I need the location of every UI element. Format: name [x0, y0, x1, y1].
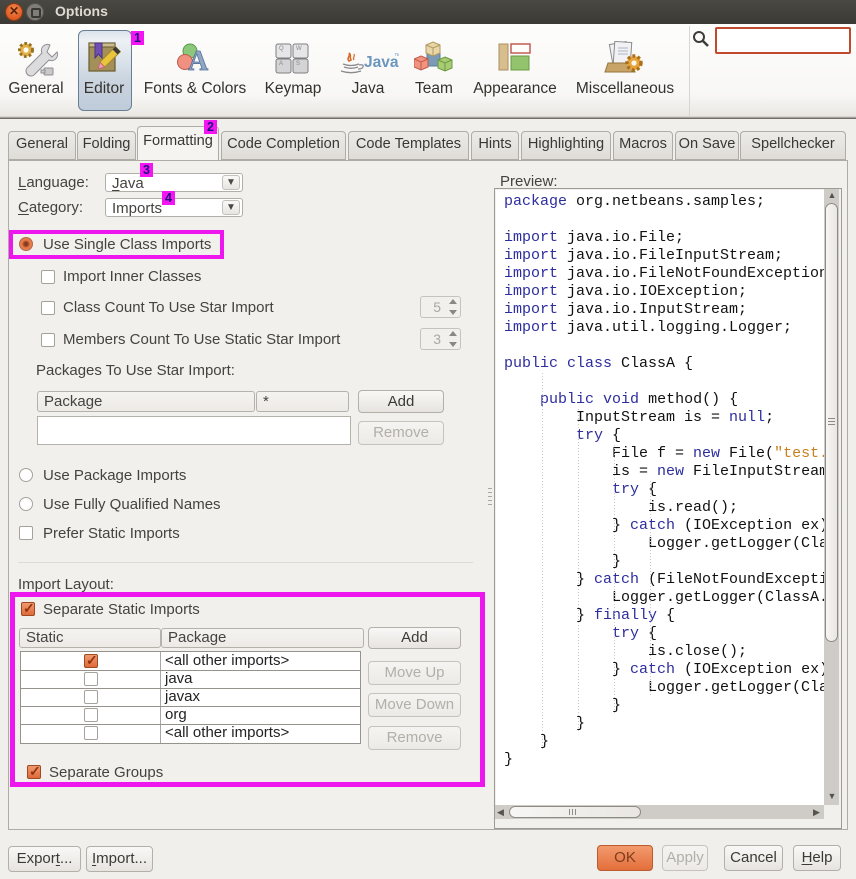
svg-text:S: S: [296, 61, 300, 67]
svg-text:W: W: [296, 46, 302, 52]
svg-text:Q: Q: [279, 46, 284, 52]
svg-text:™: ™: [394, 53, 399, 60]
svg-text:A: A: [279, 61, 283, 67]
svg-text:A: A: [188, 46, 209, 77]
